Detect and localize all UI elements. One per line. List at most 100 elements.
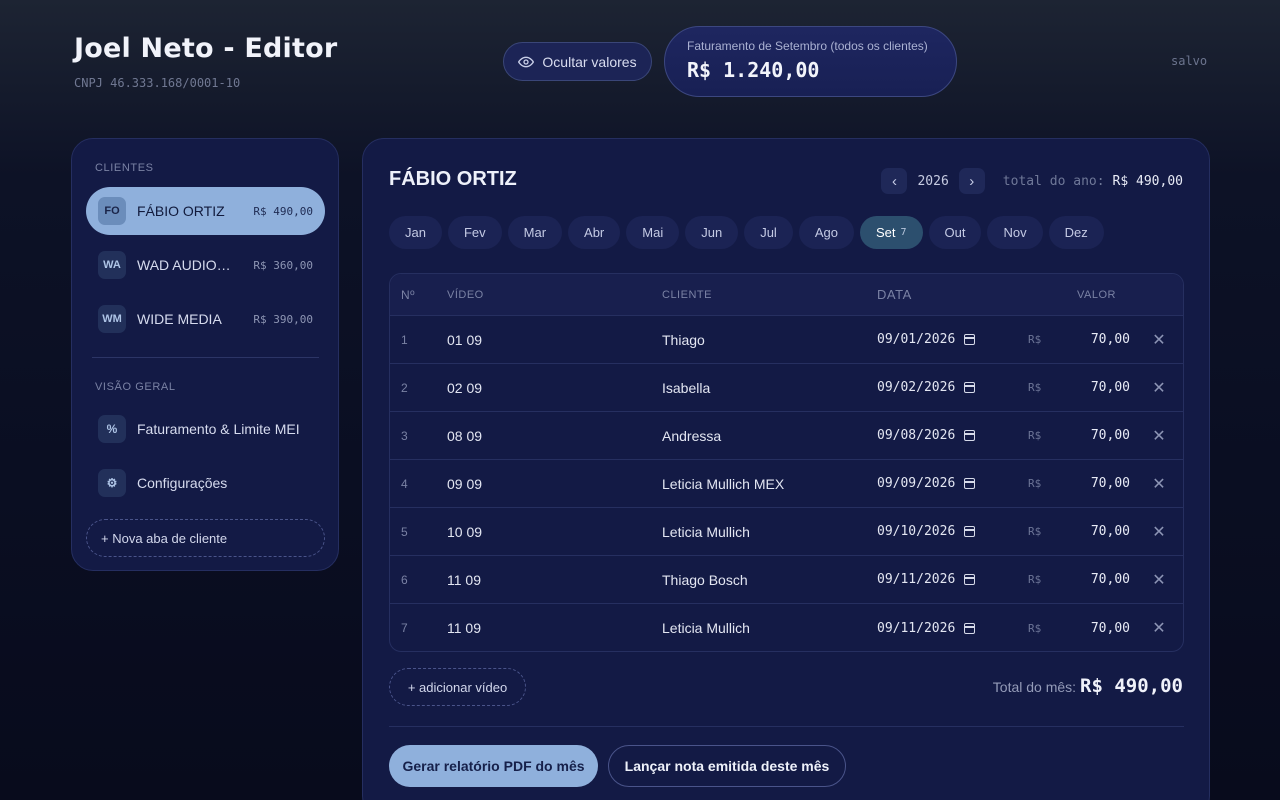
date-field[interactable]: 09/10/2026 xyxy=(875,524,1005,539)
currency-label: R$ xyxy=(1028,573,1042,586)
value-amount: 70,00 xyxy=(1090,380,1130,395)
month-count-badge: 7 xyxy=(900,227,907,238)
currency-label: R$ xyxy=(1028,429,1042,442)
video-title-field[interactable]: 11 09 xyxy=(445,620,660,636)
delete-row-button[interactable]: ✕ xyxy=(1135,570,1183,590)
calendar-icon[interactable] xyxy=(964,382,976,393)
date-field[interactable]: 09/02/2026 xyxy=(875,380,1005,395)
date-value: 09/10/2026 xyxy=(877,524,956,539)
sidebar-client-fabio-ortiz[interactable]: FO FÁBIO ORTIZ R$ 490,00 xyxy=(86,187,325,235)
eye-icon xyxy=(518,56,535,67)
sidebar-client-wad-audiovisual[interactable]: WA WAD AUDIOVISUAL R$ 360,00 xyxy=(86,241,325,289)
date-value: 09/01/2026 xyxy=(877,332,956,347)
tab-month-set[interactable]: Set 7 xyxy=(859,216,923,249)
col-header-video: VÍDEO xyxy=(447,288,484,301)
tab-month-out[interactable]: Out xyxy=(928,216,982,249)
col-header-num: Nº xyxy=(401,287,416,302)
delete-row-button[interactable]: ✕ xyxy=(1135,426,1183,446)
tab-month-abr[interactable]: Abr xyxy=(568,216,621,249)
client-name-field[interactable]: Leticia Mullich xyxy=(660,524,875,540)
delete-row-button[interactable]: ✕ xyxy=(1135,474,1183,494)
table-header: Nº VÍDEO CLIENTE DATA VALOR xyxy=(390,274,1183,316)
calendar-icon[interactable] xyxy=(964,334,976,345)
client-amount: R$ 490,00 xyxy=(253,204,313,218)
value-field[interactable]: R$ 70,00 xyxy=(1005,621,1135,636)
sidebar-item-settings[interactable]: ⚙ Configurações xyxy=(86,463,325,503)
table-row: 6 11 09 Thiago Bosch 09/11/2026 R$ 70,00 ✕ xyxy=(390,556,1183,604)
year-label: 2026 xyxy=(917,173,949,189)
tab-month-dez[interactable]: Dez xyxy=(1048,216,1104,249)
value-amount: 70,00 xyxy=(1090,332,1130,347)
tab-month-mar[interactable]: Mar xyxy=(507,216,563,249)
value-field[interactable]: R$ 70,00 xyxy=(1005,524,1135,539)
date-field[interactable]: 09/01/2026 xyxy=(875,332,1005,347)
delete-row-button[interactable]: ✕ xyxy=(1135,330,1183,350)
value-amount: 70,00 xyxy=(1090,428,1130,443)
row-number: 3 xyxy=(401,428,408,443)
add-video-button[interactable]: + adicionar vídeo xyxy=(389,668,526,706)
prev-year-button[interactable]: ‹ xyxy=(881,168,908,194)
video-title-field[interactable]: 09 09 xyxy=(445,476,660,492)
date-field[interactable]: 09/11/2026 xyxy=(875,621,1005,636)
month-total-label: Total do mês: xyxy=(992,679,1077,695)
video-title-field[interactable]: 02 09 xyxy=(445,380,660,396)
tab-month-jan[interactable]: Jan xyxy=(389,216,442,249)
calendar-icon[interactable] xyxy=(964,526,976,537)
date-field[interactable]: 09/08/2026 xyxy=(875,428,1005,443)
delete-row-button[interactable]: ✕ xyxy=(1135,378,1183,398)
video-title-field[interactable]: 11 09 xyxy=(445,572,660,588)
client-name-field[interactable]: Thiago xyxy=(660,332,875,348)
video-title-field[interactable]: 10 09 xyxy=(445,524,660,540)
calendar-icon[interactable] xyxy=(964,430,976,441)
tab-month-mai[interactable]: Mai xyxy=(626,216,680,249)
generate-pdf-report-button[interactable]: Gerar relatório PDF do mês xyxy=(389,745,598,787)
date-value: 09/11/2026 xyxy=(877,572,956,587)
value-field[interactable]: R$ 70,00 xyxy=(1005,332,1135,347)
row-number: 7 xyxy=(401,621,408,635)
client-name-field[interactable]: Leticia Mullich MEX xyxy=(660,476,875,492)
date-value: 09/11/2026 xyxy=(877,620,956,636)
calendar-icon[interactable] xyxy=(964,478,976,489)
delete-row-button[interactable]: ✕ xyxy=(1135,618,1183,638)
close-icon: ✕ xyxy=(1152,475,1166,493)
value-field[interactable]: R$ 70,00 xyxy=(1005,428,1135,443)
date-field[interactable]: 09/11/2026 xyxy=(875,572,1005,587)
close-icon: ✕ xyxy=(1152,620,1166,637)
tab-month-nov[interactable]: Nov xyxy=(987,216,1043,249)
delete-row-button[interactable]: ✕ xyxy=(1135,522,1183,542)
app-title: Joel Neto - Editor xyxy=(74,33,338,64)
date-field[interactable]: 09/09/2026 xyxy=(875,476,1005,491)
col-header-client: CLIENTE xyxy=(662,288,712,301)
client-title: FÁBIO ORTIZ xyxy=(389,168,517,190)
client-name-field[interactable]: Leticia Mullich xyxy=(660,620,875,636)
month-label: Mar xyxy=(523,225,547,240)
save-status: salvo xyxy=(1171,54,1208,68)
hide-values-label: Ocultar valores xyxy=(542,53,637,70)
value-amount: 70,00 xyxy=(1090,524,1130,539)
client-amount: R$ 360,00 xyxy=(253,258,313,272)
register-invoice-button[interactable]: Lançar nota emitida deste mês xyxy=(608,745,846,787)
tab-month-jul[interactable]: Jul xyxy=(744,216,793,249)
calendar-icon[interactable] xyxy=(964,574,976,585)
video-title-field[interactable]: 01 09 xyxy=(445,332,660,348)
client-name-field[interactable]: Isabella xyxy=(660,380,875,396)
tab-month-jun[interactable]: Jun xyxy=(685,216,739,249)
sidebar-client-wide-media[interactable]: WM WIDE MEDIA R$ 390,00 xyxy=(86,295,325,343)
sidebar-item-billing-mei[interactable]: % Faturamento & Limite MEI xyxy=(86,409,325,449)
video-title-field[interactable]: 08 09 xyxy=(445,428,660,444)
month-total-value: R$ 490,00 xyxy=(1080,675,1183,697)
next-year-button[interactable]: › xyxy=(958,168,985,194)
tab-month-fev[interactable]: Fev xyxy=(447,216,502,249)
client-name-field[interactable]: Andressa xyxy=(660,428,875,444)
new-client-tab-button[interactable]: + Nova aba de cliente xyxy=(86,519,325,557)
row-number: 1 xyxy=(401,332,408,347)
value-field[interactable]: R$ 70,00 xyxy=(1005,572,1135,587)
overview-heading: VISÃO GERAL xyxy=(95,381,176,393)
value-field[interactable]: R$ 70,00 xyxy=(1005,380,1135,395)
client-name-field[interactable]: Thiago Bosch xyxy=(660,572,875,588)
table-row: 7 11 09 Leticia Mullich 09/11/2026 R$ 70,00 ✕ xyxy=(390,604,1183,651)
hide-values-button[interactable]: Ocultar valores xyxy=(503,42,652,81)
value-field[interactable]: R$ 70,00 xyxy=(1005,476,1135,491)
tab-month-ago[interactable]: Ago xyxy=(798,216,854,249)
calendar-icon[interactable] xyxy=(964,622,976,634)
